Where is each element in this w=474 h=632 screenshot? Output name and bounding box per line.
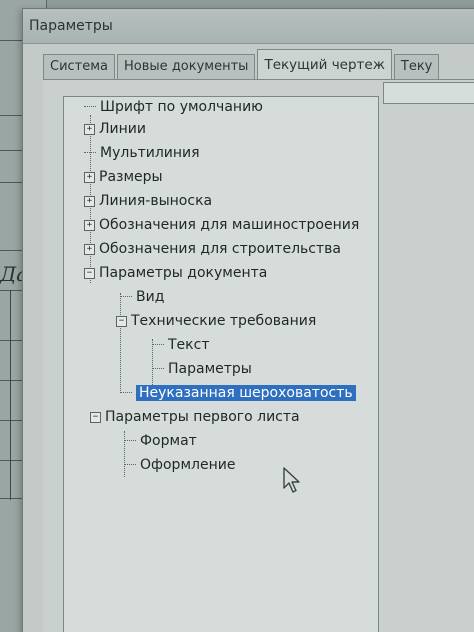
tree-item-lines[interactable]: + Линии xyxy=(84,119,146,139)
collapse-icon[interactable]: − xyxy=(116,315,127,327)
settings-field xyxy=(383,82,474,104)
tree-item-dimensions[interactable]: + Размеры xyxy=(84,167,163,187)
tree-item-label: Текст xyxy=(168,337,210,353)
tree-item-label: Параметры документа xyxy=(99,265,268,281)
tree-connector xyxy=(84,152,96,154)
tree-item-multiline[interactable]: Мультилиния xyxy=(84,143,200,163)
screen: Дат Параметры Система Новые документы Те… xyxy=(0,0,474,632)
tab-system[interactable]: Система xyxy=(43,54,116,79)
tree-item-unspecified-roughness[interactable]: Неуказанная шероховатость xyxy=(120,383,356,403)
tab-current-partial[interactable]: Теку xyxy=(393,54,440,79)
tree-item-label: Обозначения для машиностроения xyxy=(99,217,360,233)
tab-current-drawing[interactable]: Текущий чертеж xyxy=(257,49,392,80)
drawing-line xyxy=(10,290,11,500)
tree-item-label: Мультилиния xyxy=(100,145,200,161)
window-title: Параметры xyxy=(29,18,113,34)
tree-item-view[interactable]: Вид xyxy=(120,287,164,307)
tree-item-label: Оформление xyxy=(140,457,236,473)
tree-connector xyxy=(124,464,136,466)
tree-connector xyxy=(152,344,164,346)
tree-connector xyxy=(84,106,96,108)
tree-item-label: Параметры первого листа xyxy=(105,409,300,425)
expand-icon[interactable]: + xyxy=(84,171,95,183)
tree-item-leader-line[interactable]: + Линия-выноска xyxy=(84,191,212,211)
tree-item-label: Шрифт по умолчанию xyxy=(100,99,263,115)
tree-item-label: Технические требования xyxy=(131,313,317,329)
tree-item-label: Размеры xyxy=(99,169,163,185)
tree-item-label: Обозначения для строительства xyxy=(99,241,341,257)
collapse-icon[interactable]: − xyxy=(84,267,95,279)
tree-connector xyxy=(120,296,132,298)
tree-item-label: Вид xyxy=(136,289,165,305)
tree-connector xyxy=(124,440,136,442)
tree-item-format[interactable]: Формат xyxy=(124,431,197,451)
tab-panel: Шрифт по умолчанию + Линии Мультилиния +… xyxy=(43,79,474,632)
settings-tree[interactable]: Шрифт по умолчанию + Линии Мультилиния +… xyxy=(63,96,379,632)
tree-item-text[interactable]: Текст xyxy=(152,335,209,355)
tab-new-documents[interactable]: Новые документы xyxy=(117,54,256,79)
expand-icon[interactable]: + xyxy=(84,195,95,207)
expand-icon[interactable]: + xyxy=(84,123,95,135)
tab-strip: Система Новые документы Текущий чертеж Т… xyxy=(43,45,441,80)
tree-item-construction-symbols[interactable]: + Обозначения для строительства xyxy=(84,239,341,259)
collapse-icon[interactable]: − xyxy=(90,411,101,423)
tree-connector xyxy=(152,368,164,370)
tree-item-layout[interactable]: Оформление xyxy=(124,455,235,475)
title-bar[interactable]: Параметры xyxy=(23,9,474,44)
tree-connector xyxy=(120,293,121,393)
tree-item-label-selected: Неуказанная шероховатость xyxy=(136,385,356,401)
tree-item-mechanical-symbols[interactable]: + Обозначения для машиностроения xyxy=(84,215,359,235)
tree-item-default-font[interactable]: Шрифт по умолчанию xyxy=(84,97,263,117)
tree-item-label: Параметры xyxy=(168,361,252,377)
tree-item-label: Линии xyxy=(99,121,146,137)
tree-item-technical-requirements[interactable]: − Технические требования xyxy=(116,311,316,331)
tree-item-first-sheet-parameters[interactable]: − Параметры первого листа xyxy=(90,407,300,427)
tree-item-label: Формат xyxy=(140,433,197,449)
expand-icon[interactable]: + xyxy=(84,243,95,255)
tree-item-document-parameters[interactable]: − Параметры документа xyxy=(84,263,267,283)
expand-icon[interactable]: + xyxy=(84,219,95,231)
tree-item-label: Линия-выноска xyxy=(99,193,213,209)
tree-connector xyxy=(120,392,132,394)
tree-item-parameters[interactable]: Параметры xyxy=(152,359,252,379)
mouse-cursor-icon xyxy=(283,467,300,493)
parameters-dialog: Параметры Система Новые документы Текущи… xyxy=(22,8,474,632)
